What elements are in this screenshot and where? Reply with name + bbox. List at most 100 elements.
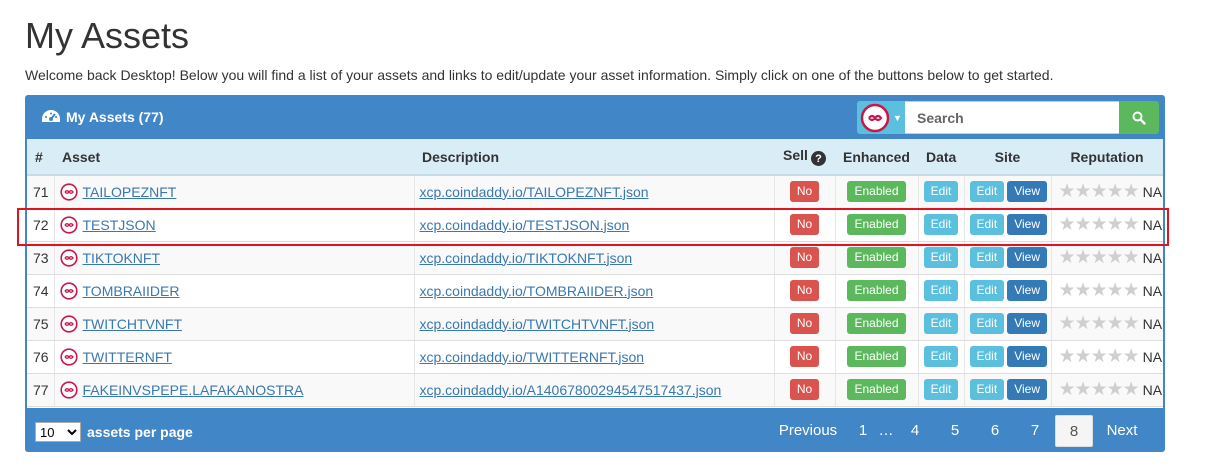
pagination-page[interactable]: 4 [895, 415, 935, 447]
per-page-control: 10 assets per page [35, 422, 193, 442]
site-view-button[interactable]: View [1007, 214, 1047, 235]
description-link[interactable]: xcp.coindaddy.io/TOMBRAIIDER.json [420, 283, 654, 299]
site-view-button[interactable]: View [1007, 346, 1047, 367]
column-header-enhanced[interactable]: Enhanced [835, 139, 918, 176]
sell-no-button[interactable]: No [789, 247, 820, 268]
asset-logo-icon [59, 281, 78, 300]
description-link[interactable]: xcp.coindaddy.io/TWITTERNFT.json [420, 349, 645, 365]
reputation-value: NA [1142, 282, 1163, 299]
sell-no-button[interactable]: No [789, 379, 820, 400]
search-input[interactable] [905, 101, 1119, 134]
data-edit-button[interactable]: Edit [923, 379, 959, 400]
sell-no-button[interactable]: No [789, 181, 820, 203]
table-row: 72 TESTJSON xcp.coindaddy.io/TESTJSON.json… [27, 208, 1163, 242]
rating-stars-icon[interactable]: ★★★★★ [1059, 313, 1140, 334]
site-edit-button[interactable]: Edit [969, 280, 1005, 301]
column-header-data[interactable]: Data [918, 139, 964, 176]
rating-stars-icon[interactable]: ★★★★★ [1059, 280, 1140, 301]
sell-no-button[interactable]: No [789, 346, 820, 367]
asset-link[interactable]: TAILOPEZNFT [83, 184, 177, 200]
table-row: 71 TAILOPEZNFT xcp.coindaddy.io/TAILOPEZNF… [27, 175, 1163, 209]
site-edit-button[interactable]: Edit [969, 346, 1005, 367]
site-view-button[interactable]: View [1007, 379, 1047, 400]
enhanced-enabled-button[interactable]: Enabled [847, 346, 906, 367]
column-header-reputation[interactable]: Reputation [1051, 139, 1163, 176]
data-edit-button[interactable]: Edit [923, 247, 959, 268]
description-link[interactable]: xcp.coindaddy.io/A14067800294547517437.j… [420, 382, 722, 398]
asset-link[interactable]: TWITTERNFT [83, 349, 172, 365]
data-cell: Edit [918, 307, 965, 341]
asset-logo-icon [59, 380, 78, 399]
rating-stars-icon[interactable]: ★★★★★ [1059, 247, 1140, 268]
enhanced-enabled-button[interactable]: Enabled [847, 313, 906, 334]
enhanced-cell: Enabled [835, 208, 919, 242]
pagination-page[interactable]: 5 [935, 415, 975, 447]
asset-link[interactable]: TIKTOKNFT [83, 250, 161, 266]
asset-logo-icon [59, 314, 78, 333]
data-cell: Edit [918, 241, 965, 275]
enhanced-enabled-button[interactable]: Enabled [847, 181, 906, 203]
pagination-page[interactable]: 8 [1055, 415, 1093, 447]
enhanced-enabled-button[interactable]: Enabled [847, 280, 906, 301]
enhanced-enabled-button[interactable]: Enabled [847, 379, 906, 400]
data-edit-button[interactable]: Edit [923, 214, 959, 235]
row-number: 74 [27, 274, 55, 308]
row-number: 75 [27, 307, 55, 341]
assets-table: # Asset Description Sell? Enhanced Data … [27, 139, 1163, 407]
sell-cell: No [774, 373, 836, 407]
rating-stars-icon[interactable]: ★★★★★ [1059, 346, 1140, 367]
data-cell: Edit [918, 373, 965, 407]
rating-stars-icon[interactable]: ★★★★★ [1059, 181, 1140, 202]
row-number: 77 [27, 373, 55, 407]
enhanced-enabled-button[interactable]: Enabled [847, 214, 906, 235]
table-row: 75 TWITCHTVNFT xcp.coindaddy.io/TWITCHTVNF… [27, 307, 1163, 341]
asset-link[interactable]: TESTJSON [83, 217, 156, 233]
enhanced-enabled-button[interactable]: Enabled [847, 247, 906, 268]
table-row: 77 FAKEINVSPEPE.LAFAKANOSTRA xcp.coindaddy… [27, 373, 1163, 407]
column-header-site[interactable]: Site [964, 139, 1051, 176]
sell-no-button[interactable]: No [789, 313, 820, 334]
description-link[interactable]: xcp.coindaddy.io/TAILOPEZNFT.json [420, 184, 649, 200]
enhanced-cell: Enabled [835, 274, 919, 308]
site-edit-button[interactable]: Edit [969, 379, 1005, 400]
pagination-page[interactable]: 7 [1015, 415, 1055, 447]
pagination-page[interactable]: 6 [975, 415, 1015, 447]
site-edit-button[interactable]: Edit [969, 181, 1005, 203]
data-edit-button[interactable]: Edit [923, 313, 959, 334]
column-header-asset[interactable]: Asset [54, 139, 414, 176]
description-link[interactable]: xcp.coindaddy.io/TESTJSON.json [420, 217, 630, 233]
description-cell: xcp.coindaddy.io/TAILOPEZNFT.json [414, 175, 775, 209]
site-view-button[interactable]: View [1007, 280, 1047, 301]
row-number: 71 [27, 175, 55, 209]
site-edit-button[interactable]: Edit [969, 313, 1005, 334]
pagination-previous[interactable]: Previous [767, 415, 849, 447]
rating-stars-icon[interactable]: ★★★★★ [1059, 379, 1140, 400]
column-header-sell[interactable]: Sell? [774, 139, 835, 176]
asset-cell: TIKTOKNFT [54, 241, 415, 275]
pagination-page[interactable]: 1 [849, 415, 877, 447]
sell-no-button[interactable]: No [789, 214, 820, 235]
pagination-next[interactable]: Next [1093, 415, 1151, 447]
search-scope-dropdown[interactable]: ▼ [857, 101, 905, 134]
per-page-select[interactable]: 10 [35, 422, 81, 442]
site-edit-button[interactable]: Edit [969, 247, 1005, 268]
site-view-button[interactable]: View [1007, 313, 1047, 334]
help-icon[interactable]: ? [810, 151, 826, 167]
site-view-button[interactable]: View [1007, 181, 1047, 203]
search-button[interactable] [1119, 101, 1159, 134]
asset-link[interactable]: TOMBRAIIDER [83, 283, 180, 299]
reputation-cell: ★★★★★ NA [1051, 340, 1163, 374]
sell-no-button[interactable]: No [789, 280, 820, 301]
description-link[interactable]: xcp.coindaddy.io/TWITCHTVNFT.json [420, 316, 655, 332]
data-edit-button[interactable]: Edit [923, 181, 959, 203]
site-edit-button[interactable]: Edit [969, 214, 1005, 235]
site-view-button[interactable]: View [1007, 247, 1047, 268]
reputation-cell: ★★★★★ NA [1051, 175, 1163, 209]
asset-link[interactable]: TWITCHTVNFT [83, 316, 183, 332]
data-edit-button[interactable]: Edit [923, 280, 959, 301]
data-edit-button[interactable]: Edit [923, 346, 959, 367]
column-header-description[interactable]: Description [414, 139, 774, 176]
description-link[interactable]: xcp.coindaddy.io/TIKTOKNFT.json [420, 250, 633, 266]
rating-stars-icon[interactable]: ★★★★★ [1059, 214, 1140, 235]
asset-link[interactable]: FAKEINVSPEPE.LAFAKANOSTRA [83, 382, 304, 398]
